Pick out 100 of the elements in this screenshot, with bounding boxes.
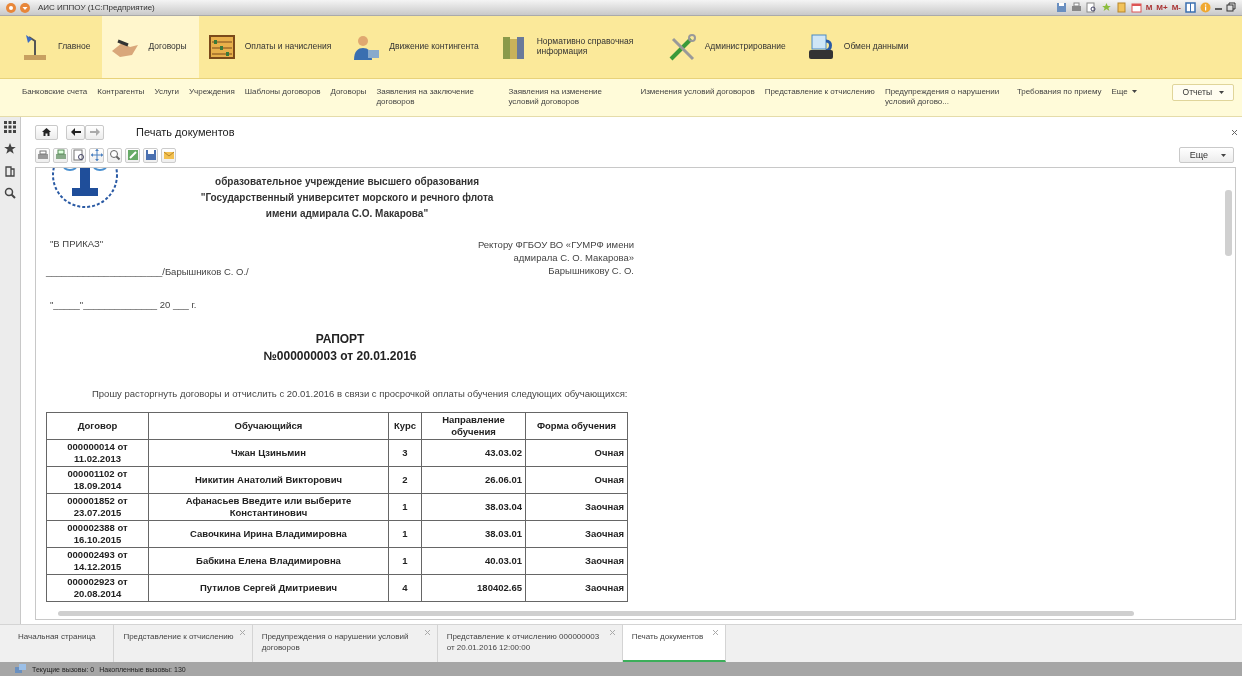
table-cell: 000000014 от 11.02.2013 [46,439,149,467]
column-header: Договор [46,412,149,440]
open-tab[interactable]: Печать документов [622,625,727,662]
print-button[interactable] [53,147,68,163]
section-label[interactable]: Движение контингента [389,42,479,52]
section-label[interactable]: Договоры [148,42,187,52]
more-menu[interactable]: Еще [1111,87,1138,97]
table-cell: 000001102 от 18.09.2014 [46,466,149,494]
tab-label[interactable]: Предупреждения о нарушении условий договоров [261,631,419,653]
table-cell: Чжан Цзиньмин [148,439,389,467]
table-cell: 000002493 от 14.12.2015 [46,547,149,575]
app-logo-icon [6,2,16,13]
table-cell: 000001852 от 23.07.2015 [46,493,149,521]
preview-icon [72,149,85,161]
section-tab[interactable]: Администрирование [658,16,798,78]
table-cell: Заочная [525,493,628,521]
print-button[interactable] [35,147,50,163]
column-header: Форма обучения [525,412,628,440]
table-cell: 3 [388,439,422,467]
section-label[interactable]: Оплаты и начисления [244,42,332,52]
table-cell: 38.03.04 [421,493,526,521]
page-title: Печать документов [136,126,235,138]
caret-icon [1218,89,1225,95]
table-cell: 1 [388,547,422,575]
table-cell: 180402.65 [421,574,526,602]
tab-label[interactable]: Представление к отчислению 000000003 от 20.01.2016 12:00:00 [446,631,604,653]
home-icon [42,128,51,136]
nav-link[interactable]: Представление к отчислению [764,87,875,97]
nav-link[interactable]: Заявления на изменение условий договоров [508,87,631,107]
minimize-icon [1215,8,1222,10]
table-cell: Очная [525,439,628,467]
nav-link[interactable]: Требования по приему [1016,87,1102,97]
info-icon [1200,2,1211,13]
tab-label[interactable]: Начальная страница [18,631,96,642]
envelope-icon [162,149,175,161]
section-tab[interactable]: Договоры [102,16,199,78]
reports-button[interactable]: Отчеты [1171,84,1234,101]
tab-label[interactable]: Представление к отчислению [123,631,234,642]
section-tab[interactable]: Движение контингента [343,16,491,78]
table-cell: Бабкина Елена Владимировна [148,547,389,575]
save-icon [1055,2,1067,13]
nav-link[interactable]: Учреждения [189,87,235,97]
nav-link[interactable]: Банковские счета [22,87,88,97]
addressee-line: Ректору ФГБОУ ВО «ГУМРФ имени [477,238,634,251]
star-icon [4,143,16,155]
section-label[interactable]: Главное [58,42,91,52]
table-cell: 26.06.01 [421,466,526,494]
section-tab[interactable]: Оплаты и начисления [198,16,344,78]
printer-icon [54,149,67,161]
document-title: РАПОРТ [314,332,366,346]
table-cell: 1 [388,520,422,548]
section-label[interactable]: Нормативно справочная информация [536,37,647,57]
person-icon [351,33,382,61]
edit-button[interactable] [125,147,140,163]
edit-icon [126,149,139,161]
table-cell: 000002388 от 16.10.2015 [46,520,149,548]
nav-link[interactable]: Изменения условий договоров [640,87,755,97]
memory-button[interactable]: M+ [1156,3,1168,12]
move-button[interactable] [89,147,104,163]
table-cell: 1 [388,493,422,521]
table-cell: 4 [388,574,422,602]
back-button[interactable] [66,124,85,140]
nav-link[interactable]: Шаблоны договоров [244,87,321,97]
grid-icon [4,121,16,133]
section-label[interactable]: Обмен данными [843,42,909,52]
memory-button[interactable]: M- [1171,3,1181,12]
nav-link[interactable]: Услуги [154,87,179,97]
table-cell: Путилов Сергей Дмитриевич [148,574,389,602]
order-label: "В ПРИКАЗ" [50,238,105,249]
star-icon [1100,2,1112,13]
addressee-line: адмирала С. О. Макарова» [512,251,634,264]
section-tab[interactable]: Обмен данными [797,16,921,78]
printer-icon [1070,2,1082,13]
arrow-right-icon [89,128,100,136]
nav-link[interactable]: Заявления на заключение договоров [376,87,499,107]
calendar-icon [1130,2,1142,13]
mail-button[interactable] [161,147,176,163]
nav-link[interactable]: Договоры [330,87,367,97]
memory-button[interactable]: M [1145,3,1153,12]
home-button[interactable] [35,124,58,140]
section-label[interactable]: Администрирование [704,42,786,52]
nav-link[interactable]: Контрагенты [97,87,145,97]
save-button[interactable] [143,147,158,163]
menu-icon [20,2,30,13]
table-cell: 000002923 от 20.08.2014 [46,574,149,602]
table-cell: Никитин Анатолий Викторович [148,466,389,494]
table-cell: Заочная [525,547,628,575]
zoom-button[interactable] [107,147,122,163]
signature-line: ______________________/Барышников С. О./ [46,266,249,277]
table-cell: 2 [388,466,422,494]
preview-button[interactable] [71,147,86,163]
nav-link[interactable]: Предупреждения о нарушении условий догово... [884,87,1007,107]
horizontal-scrollbar[interactable] [58,611,1134,616]
more-button[interactable]: Еще [1178,147,1234,163]
header-line: "Государственный университет морского и речного флота [199,191,495,205]
section-tab[interactable]: Главное [12,16,103,78]
table-cell: 43.03.02 [421,439,526,467]
vertical-scrollbar[interactable] [1225,190,1232,256]
tab-label[interactable]: Печать документов [631,631,704,642]
section-tab[interactable]: Нормативно справочная информация [490,16,659,78]
